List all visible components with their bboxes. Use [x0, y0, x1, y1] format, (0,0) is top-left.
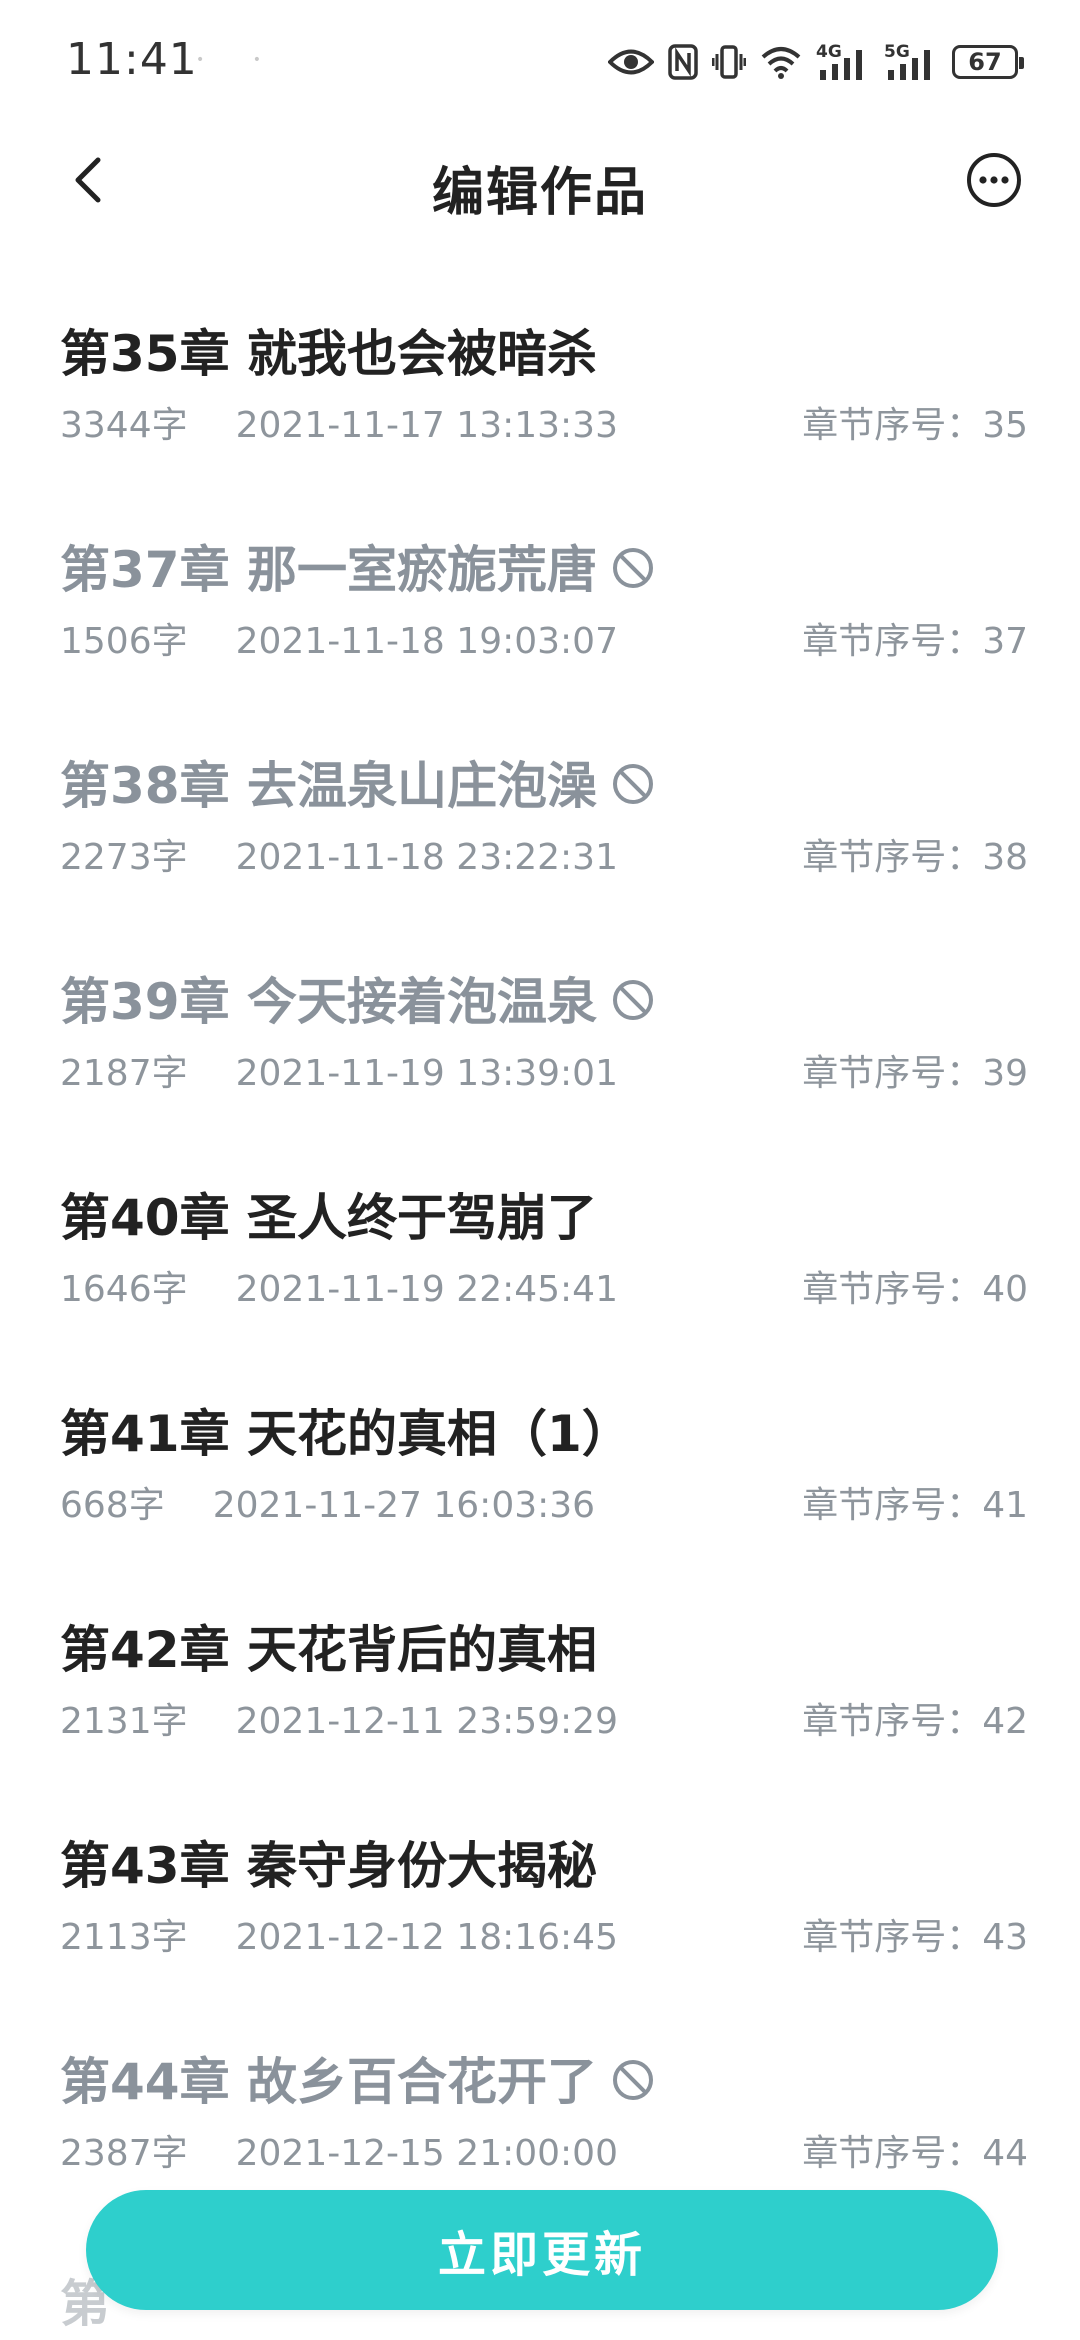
chapter-timestamp: 2021-12-11 23:59:29 — [235, 1701, 618, 1742]
chapter-sequence-number: 章节序号：35 — [802, 405, 1028, 446]
chapter-title-text: 第41章 天花的真相（1） — [60, 1405, 632, 1463]
chapter-sequence-number: 章节序号：44 — [802, 2133, 1028, 2174]
chapter-title-text: 第43章 秦守身份大揭秘 — [60, 1837, 597, 1895]
ban-icon — [611, 976, 655, 1020]
chapter-timestamp: 2021-11-27 16:03:36 — [212, 1485, 596, 1526]
chapter-word-count: 1506字 — [60, 621, 188, 662]
chapter-word-count: 2273字 — [60, 837, 188, 878]
chapter-timestamp: 2021-11-18 23:22:31 — [235, 837, 618, 878]
chapter-item[interactable]: 第41章 天花的真相（1） 668字 2021-11-27 16:03:36 章节序号… — [0, 1370, 1080, 1586]
chapter-item[interactable]: 第42章 天花背后的真相 2131字 2021-12-11 23:59:29 章节序号… — [0, 1586, 1080, 1802]
more-options-button[interactable] — [966, 152, 1022, 208]
update-now-label: 立即更新 — [437, 2227, 646, 2283]
chapter-meta: 2131字 2021-12-11 23:59:29 — [60, 1692, 618, 1744]
chapter-word-count: 668字 — [60, 1485, 165, 1526]
chapter-title-text: 第35章 就我也会被暗杀 — [60, 325, 597, 383]
chapter-item[interactable]: 第38章 去温泉山庄泡澡 2273字 2021-11-18 23:22:31 章节序号… — [0, 722, 1080, 938]
chapter-timestamp: 2021-12-15 21:00:00 — [235, 2133, 618, 2174]
chapter-sequence-number: 章节序号：37 — [802, 621, 1028, 662]
chapter-item[interactable]: 第37章 那一室瘀旎荒唐 1506字 2021-11-18 19:03:07 章节序号… — [0, 506, 1080, 722]
chapter-meta: 3344字 2021-11-17 13:13:33 — [60, 396, 618, 448]
chapter-sequence-number: 章节序号：40 — [802, 1269, 1028, 1310]
chapter-title: 第41章 天花的真相（1） — [60, 1394, 632, 1466]
chapter-title-text: 第44章 故乡百合花开了 — [60, 2053, 597, 2111]
chapter-timestamp: 2021-11-19 22:45:41 — [235, 1269, 618, 1310]
ban-icon — [611, 760, 655, 804]
chapter-meta: 2113字 2021-12-12 18:16:45 — [60, 1908, 618, 1960]
chapter-title: 第37章 那一室瘀旎荒唐 — [60, 530, 655, 602]
header-bar: 编辑作品 — [0, 120, 1080, 240]
chapter-timestamp: 2021-11-18 19:03:07 — [235, 621, 618, 662]
chapter-title-text: 第40章 圣人终于驾崩了 — [60, 1189, 597, 1247]
more-options-icon — [967, 153, 1021, 207]
chapter-title: 第38章 去温泉山庄泡澡 — [60, 746, 655, 818]
chapter-title: 第35章 就我也会被暗杀 — [60, 314, 597, 386]
chapter-meta: 2273字 2021-11-18 23:22:31 — [60, 828, 618, 880]
chapter-title: 第40章 圣人终于驾崩了 — [60, 1178, 597, 1250]
chapter-title: 第44章 故乡百合花开了 — [60, 2042, 655, 2114]
chapter-word-count: 2387字 — [60, 2133, 188, 2174]
chapter-timestamp: 2021-11-17 13:13:33 — [235, 405, 618, 446]
chapter-word-count: 2187字 — [60, 1053, 188, 1094]
page-title: 编辑作品 — [431, 163, 648, 223]
chapter-sequence-number: 章节序号：41 — [802, 1485, 1028, 1526]
chapter-sequence-number: 章节序号：42 — [802, 1701, 1028, 1742]
status-icons: 4G 5G 67 — [608, 38, 1024, 86]
chapter-meta: 1506字 2021-11-18 19:03:07 — [60, 612, 618, 664]
chapter-title: 第43章 秦守身份大揭秘 — [60, 1826, 597, 1898]
chapter-meta: 668字 2021-11-27 16:03:36 — [60, 1476, 595, 1528]
chapter-sequence-number: 章节序号：38 — [802, 837, 1028, 878]
chapter-title-text: 第39章 今天接着泡温泉 — [60, 973, 597, 1031]
status-time: 11:41 — [66, 34, 198, 85]
chapter-word-count: 2113字 — [60, 1917, 188, 1958]
update-now-button[interactable]: 立即更新 — [86, 2190, 998, 2310]
chapter-meta: 1646字 2021-11-19 22:45:41 — [60, 1260, 618, 1312]
ban-icon — [611, 2056, 655, 2100]
chapter-title-text: 第38章 去温泉山庄泡澡 — [60, 757, 597, 815]
nfc-icon — [668, 42, 698, 82]
chapter-word-count: 3344字 — [60, 405, 188, 446]
chapter-title-text: 第37章 那一室瘀旎荒唐 — [60, 541, 597, 599]
chapter-sequence-number: 章节序号：43 — [802, 1917, 1028, 1958]
chapter-item[interactable]: 第35章 就我也会被暗杀 3344字 2021-11-17 13:13:33 章节序号… — [0, 290, 1080, 506]
ban-icon — [611, 544, 655, 588]
chapter-meta: 2387字 2021-12-15 21:00:00 — [60, 2124, 618, 2176]
chapter-item[interactable]: 第40章 圣人终于驾崩了 1646字 2021-11-19 22:45:41 章节序号… — [0, 1154, 1080, 1370]
signal-5g-icon: 5G — [884, 42, 938, 82]
chapter-timestamp: 2021-12-12 18:16:45 — [235, 1917, 618, 1958]
chapter-timestamp: 2021-11-19 13:39:01 — [235, 1053, 618, 1094]
chapter-title-text: 第42章 天花背后的真相 — [60, 1621, 597, 1679]
wifi-icon — [760, 42, 802, 82]
chapter-sequence-number: 章节序号：39 — [802, 1053, 1028, 1094]
chapter-title: 第39章 今天接着泡温泉 — [60, 962, 655, 1034]
chapter-title: 第42章 天花背后的真相 — [60, 1610, 597, 1682]
eye-icon — [608, 42, 654, 82]
chapter-word-count: 1646字 — [60, 1269, 188, 1310]
status-bar: 11:41 • • 4G 5G 67 — [0, 0, 1080, 120]
notification-dots-icon: • • — [196, 52, 283, 68]
chapter-item[interactable]: 第39章 今天接着泡温泉 2187字 2021-11-19 13:39:01 章节序号… — [0, 938, 1080, 1154]
chapter-meta: 2187字 2021-11-19 13:39:01 — [60, 1044, 618, 1096]
signal-4g-icon: 4G — [816, 42, 870, 82]
battery-level: 67 — [968, 48, 1002, 76]
chapter-list: 第35章 就我也会被暗杀 3344字 2021-11-17 13:13:33 章节序号… — [0, 290, 1080, 2234]
battery-icon: 67 — [952, 42, 1024, 82]
chapter-item[interactable]: 第43章 秦守身份大揭秘 2113字 2021-12-12 18:16:45 章节序号… — [0, 1802, 1080, 2018]
chapter-word-count: 2131字 — [60, 1701, 188, 1742]
vibrate-icon — [712, 42, 746, 82]
